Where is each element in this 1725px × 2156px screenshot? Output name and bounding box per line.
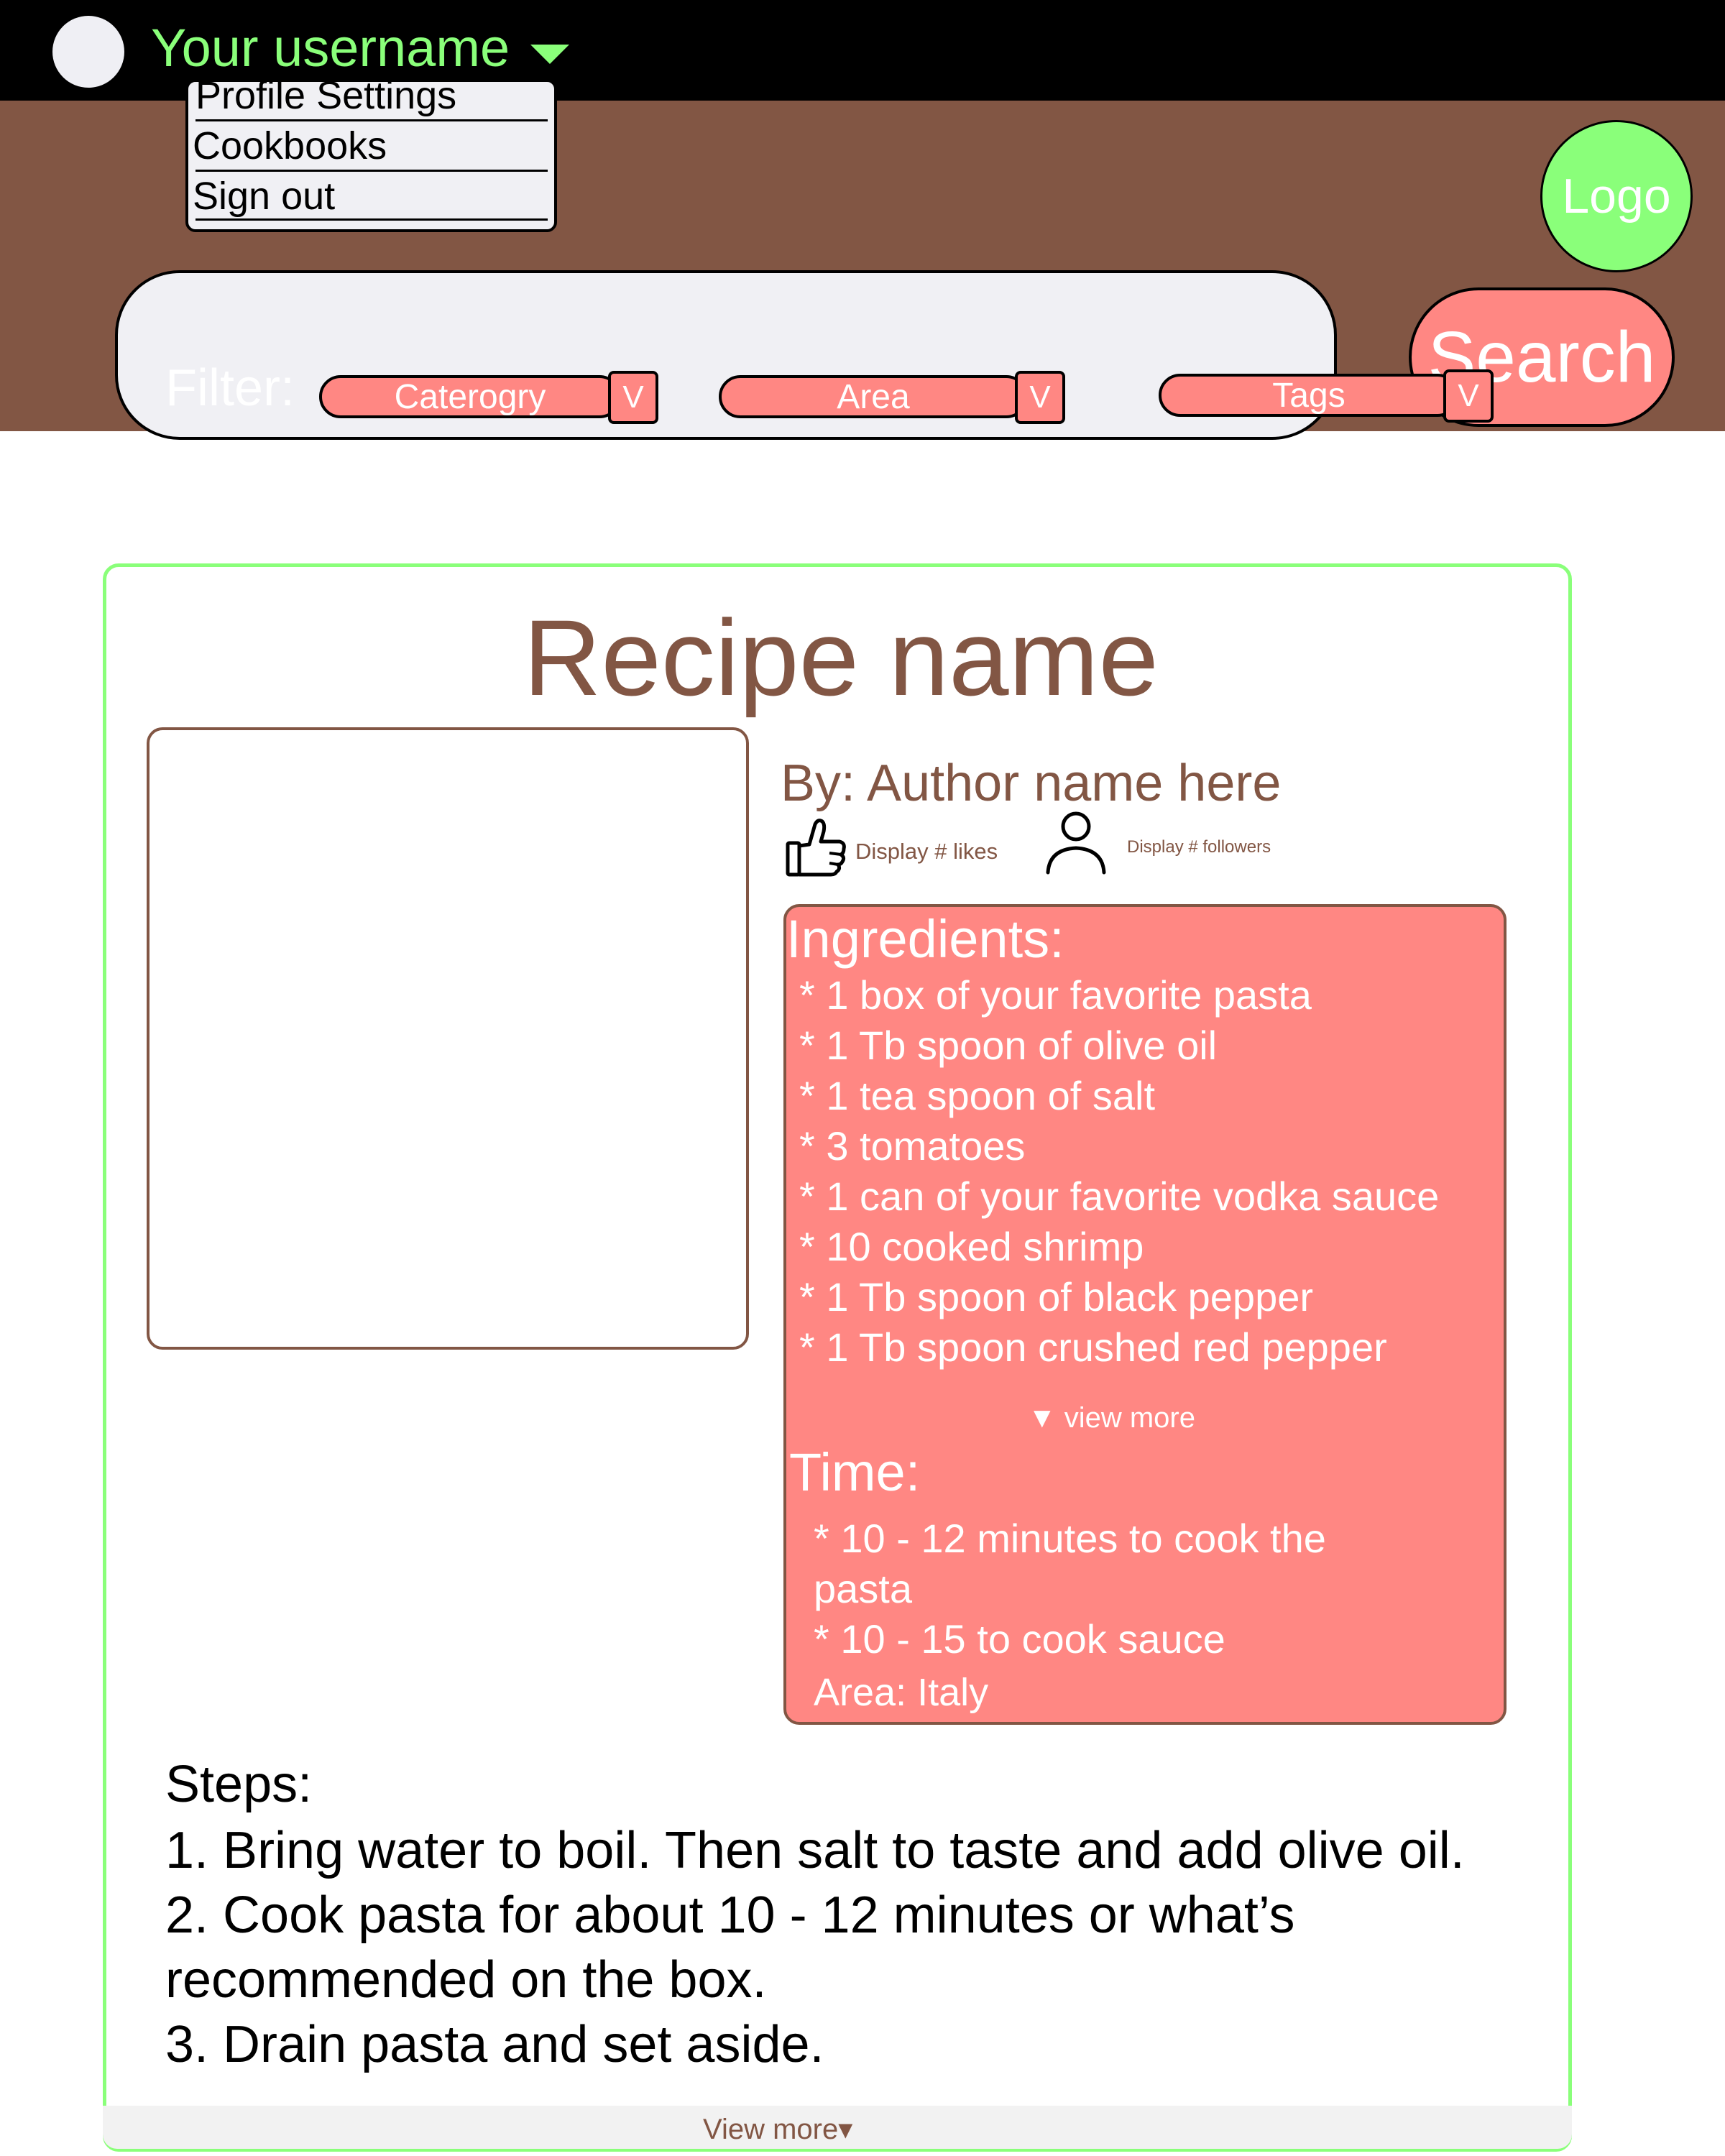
avatar[interactable] (52, 16, 124, 88)
author-link[interactable]: By: Author name here (781, 753, 1281, 814)
recipe-area: Area: Italy (814, 1671, 989, 1714)
menu-divider (196, 119, 548, 121)
person-icon[interactable] (1044, 808, 1108, 877)
time-item: * 10 - 15 to cook sauce (814, 1616, 1225, 1662)
menu-item-cookbooks[interactable]: Cookbooks (193, 124, 545, 168)
ingredient-item: * 3 tomatoes (799, 1123, 1026, 1169)
filter-area[interactable]: Area V (719, 371, 1068, 424)
filter-area-label[interactable]: Area (719, 375, 1028, 418)
recipe-title: Recipe name (523, 597, 1159, 718)
filter-category-toggle[interactable]: V (608, 371, 658, 424)
time-item: * 10 - 12 minutes to cook the pasta (814, 1516, 1326, 1611)
username-menu-toggle[interactable]: Your username (151, 17, 510, 79)
filter-label: Filter: (165, 359, 295, 417)
filter-tags-label[interactable]: Tags (1159, 374, 1459, 417)
time-heading: Time: (789, 1442, 921, 1502)
chevron-down-icon[interactable] (530, 45, 569, 64)
filter-category[interactable]: Caterogry V (319, 371, 663, 424)
ingredient-item: * 1 Tb spoon crushed red pepper (799, 1325, 1387, 1370)
ingredient-item: * 1 can of your favorite vodka sauce (799, 1174, 1440, 1219)
user-dropdown-menu: Profile Settings Cookbooks Sign out (185, 79, 557, 232)
steps-heading: Steps: (165, 1756, 313, 1813)
filter-tags-toggle[interactable]: V (1443, 369, 1494, 423)
step-item: 1. Bring water to boil. Then salt to tas… (165, 1822, 1465, 1879)
ingredients-heading: Ingredients: (786, 909, 1064, 969)
menu-item-profile-settings[interactable]: Profile Settings (196, 82, 548, 118)
followers-count: Display # followers (1127, 837, 1271, 857)
time-list: * 10 - 12 minutes to cook the pasta * 10… (814, 1514, 1389, 1664)
step-item: 2. Cook pasta for about 10 - 12 minutes … (165, 1886, 1295, 2009)
ingredient-item: * 1 Tb spoon of olive oil (799, 1023, 1218, 1068)
ingredient-item: * 10 cooked shrimp (799, 1224, 1144, 1269)
logo[interactable]: Logo (1540, 120, 1693, 272)
ingredients-list: * 1 box of your favorite pasta * 1 Tb sp… (799, 970, 1439, 1373)
filter-category-label[interactable]: Caterogry (319, 375, 621, 418)
steps-view-more-link[interactable]: View more▾ (703, 2111, 852, 2147)
thumbs-up-icon[interactable] (783, 816, 850, 882)
menu-divider (196, 218, 548, 221)
filter-tags[interactable]: Tags V (1159, 369, 1494, 423)
ingredients-view-more-link[interactable]: ▼ view more (1028, 1400, 1195, 1436)
step-item: 3. Drain pasta and set aside. (165, 2016, 824, 2073)
ingredient-item: * 1 box of your favorite pasta (799, 972, 1312, 1018)
ingredient-item: * 1 tea spoon of salt (799, 1073, 1156, 1118)
menu-item-sign-out[interactable]: Sign out (193, 174, 545, 218)
steps-list: 1. Bring water to boil. Then salt to tas… (165, 1818, 1495, 2077)
likes-count: Display # likes (855, 839, 998, 864)
filter-area-toggle[interactable]: V (1015, 371, 1065, 424)
ingredient-item: * 1 Tb spoon of black pepper (799, 1274, 1314, 1319)
menu-divider (196, 170, 548, 172)
recipe-image-placeholder (147, 727, 749, 1350)
